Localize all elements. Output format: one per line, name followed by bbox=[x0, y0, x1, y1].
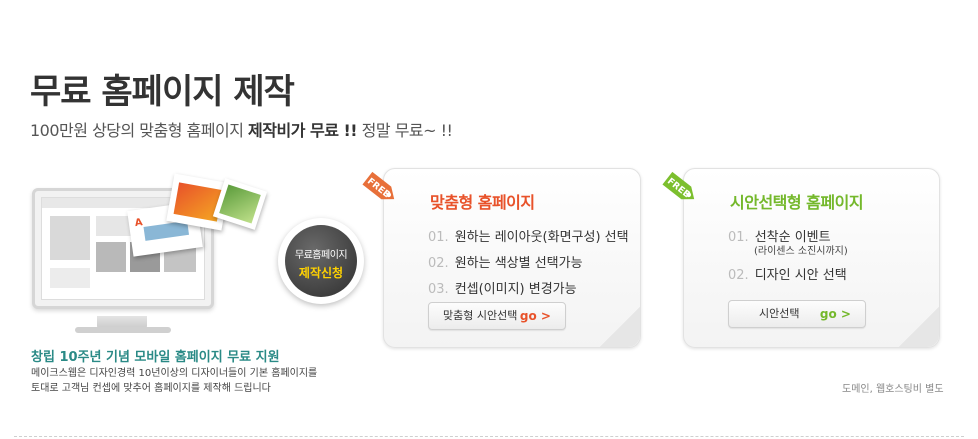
list-item: 02. 원하는 색상별 선택가능 bbox=[428, 252, 629, 278]
custom-homepage-panel: FREE 맞춤형 홈페이지 01. 원하는 레이아웃(화면구성) 선택 02. 원하… bbox=[362, 168, 641, 348]
item-text: 디자인 시안 선택 bbox=[754, 268, 847, 283]
free-signup-bubble[interactable]: 무료홈페이지 제작신청 bbox=[278, 218, 364, 304]
button-label: 맞춤형 시안선택 bbox=[443, 309, 518, 322]
item-number: 02. bbox=[428, 256, 449, 271]
page-title: 무료 홈페이지 제작 bbox=[30, 72, 295, 112]
go-arrow: go > bbox=[819, 307, 851, 321]
monitor-illustration: A 무료홈페이지 제작신청 bbox=[30, 173, 364, 338]
button-label: 시안선택 bbox=[759, 307, 800, 320]
custom-design-select-button[interactable]: 맞춤형 시안선택 go > bbox=[428, 302, 566, 330]
panel-title: 맞춤형 홈페이지 bbox=[430, 193, 535, 212]
feature-list: 01. 선착순 이벤트 (라이센스 소진시까지) 02. 디자인 시안 선택 bbox=[728, 226, 848, 290]
promo-description: 메이크스웹은 디자인경력 10년이상의 디자이너들이 기본 홈페이지를 토대로 … bbox=[31, 366, 331, 396]
panel-title: 시안선택형 홈페이지 bbox=[730, 193, 864, 212]
desc-line: 토대로 고객님 컨셉에 맞추어 홈페이지를 제작해 드립니다 bbox=[31, 383, 271, 394]
bubble-line2: 제작신청 bbox=[298, 266, 344, 280]
feature-list: 01. 원하는 레이아웃(화면구성) 선택 02. 원하는 색상별 선택가능 03.… bbox=[428, 226, 629, 304]
dashed-divider bbox=[14, 436, 964, 437]
list-item: 03. 컨셉(이미지) 변경가능 bbox=[428, 278, 629, 304]
template-select-button[interactable]: 시안선택 go > bbox=[728, 300, 866, 328]
item-number: 03. bbox=[428, 282, 449, 297]
subtitle-prefix: 100만원 상당의 맞춤형 홈페이지 bbox=[30, 121, 249, 140]
desc-line: 메이크스웹은 디자인경력 10년이상의 디자이너들이 기본 홈페이지를 bbox=[31, 368, 318, 379]
list-item: 01. 원하는 레이아웃(화면구성) 선택 bbox=[428, 226, 629, 252]
go-arrow: go > bbox=[519, 309, 551, 323]
list-item: 02. 디자인 시안 선택 bbox=[728, 264, 848, 290]
item-number: 01. bbox=[728, 230, 749, 245]
subtitle-suffix: 정말 무료~ !! bbox=[357, 121, 453, 140]
free-tag-icon: FREE bbox=[362, 171, 395, 200]
item-number: 01. bbox=[428, 230, 449, 245]
item-text: 컨셉(이미지) 변경가능 bbox=[454, 282, 577, 297]
item-text: 원하는 레이아웃(화면구성) 선택 bbox=[454, 230, 629, 245]
anniversary-headline: 창립 10주년 기념 모바일 홈페이지 무료 지원 bbox=[31, 350, 280, 365]
template-homepage-panel: FREE 시안선택형 홈페이지 01. 선착순 이벤트 (라이센스 소진시까지) … bbox=[662, 168, 940, 348]
subtitle-bold: 제작비가 무료 !! bbox=[248, 121, 358, 140]
free-tag-icon: FREE bbox=[662, 171, 695, 200]
item-text: 원하는 색상별 선택가능 bbox=[454, 256, 583, 271]
item-note: (라이센스 소진시까지) bbox=[754, 246, 848, 257]
footer-note: 도메인, 웹호스팅비 별도 bbox=[842, 384, 944, 395]
item-number: 02. bbox=[728, 268, 749, 283]
bubble-line1: 무료홈페이지 bbox=[294, 250, 348, 261]
page-subtitle: 100만원 상당의 맞춤형 홈페이지 제작비가 무료 !! 정말 무료~ !! bbox=[30, 117, 453, 141]
